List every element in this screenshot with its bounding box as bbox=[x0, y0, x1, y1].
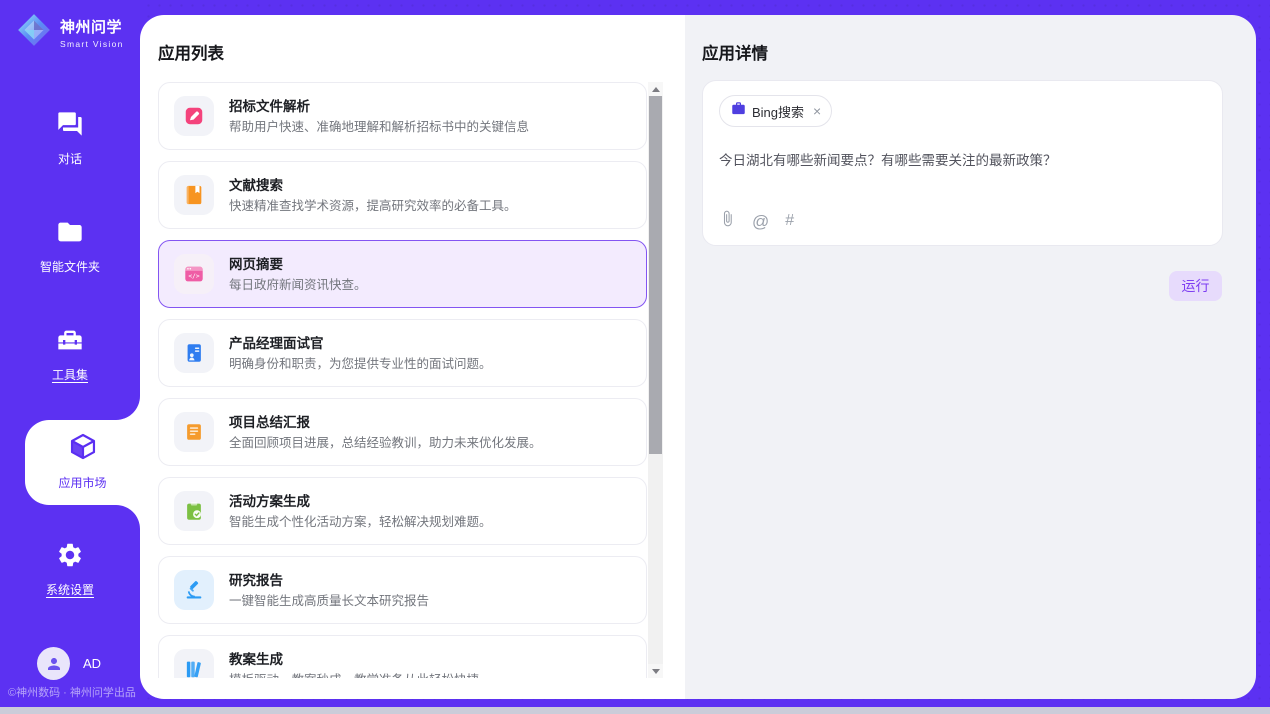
svg-text:</>: </> bbox=[188, 273, 199, 280]
app-list-panel: 应用列表 招标文件解析帮助用户快速、准确地理解和解析招标书中的关键信息文献搜索快… bbox=[140, 15, 685, 699]
app-detail-title: 应用详情 bbox=[702, 40, 768, 64]
query-input-card: Bing搜索 × 今日湖北有哪些新闻要点？有哪些需要关注的最新政策？ @# bbox=[702, 80, 1223, 246]
sidebar-item-label: 对话 bbox=[58, 150, 82, 167]
app-card-description: 模板驱动，教案秒成，教学准备从此轻松快捷 bbox=[229, 669, 479, 678]
cube-icon bbox=[68, 432, 98, 467]
app-card-title: 招标文件解析 bbox=[229, 95, 310, 115]
app-card-2[interactable]: 文献搜索快速精准查找学术资源，提高研究效率的必备工具。 bbox=[158, 161, 647, 229]
app-card-6[interactable]: 活动方案生成智能生成个性化活动方案，轻松解决规划难题。 bbox=[158, 477, 647, 545]
query-text-input[interactable]: 今日湖北有哪些新闻要点？有哪些需要关注的最新政策？ bbox=[719, 151, 1206, 172]
bubble-notch-top bbox=[116, 396, 140, 420]
avatar[interactable] bbox=[37, 647, 70, 680]
app-card-description: 帮助用户快速、准确地理解和解析招标书中的关键信息 bbox=[229, 116, 529, 135]
main-card: 应用列表 招标文件解析帮助用户快速、准确地理解和解析招标书中的关键信息文献搜索快… bbox=[140, 15, 1256, 699]
app-card-description: 快速精准查找学术资源，提高研究效率的必备工具。 bbox=[229, 195, 517, 214]
note-icon bbox=[174, 412, 214, 452]
run-button[interactable]: 运行 bbox=[1169, 271, 1222, 301]
sidebar-item-label: 工具集 bbox=[52, 366, 88, 383]
user-initials: AD bbox=[83, 656, 101, 671]
sidebar-item-label: 应用市场 bbox=[58, 474, 106, 491]
sidebar-item-5[interactable]: 系统设置 bbox=[0, 541, 140, 598]
hash-icon[interactable]: # bbox=[785, 213, 794, 229]
copyright-footer: ©神州数码 · 神州问学出品 bbox=[8, 684, 136, 700]
sidebar-item-1[interactable]: 对话 bbox=[0, 110, 140, 167]
chat-icon bbox=[56, 110, 84, 143]
sidebar-item-4[interactable]: 应用市场 bbox=[25, 432, 140, 491]
app-card-3[interactable]: </> 网页摘要每日政府新闻资讯快查。 bbox=[158, 240, 647, 308]
active-nav-bubble[interactable]: 应用市场 bbox=[25, 420, 140, 505]
briefcase-icon bbox=[731, 101, 746, 121]
sidebar-item-3[interactable]: 工具集 bbox=[0, 326, 140, 383]
diamond-logo-icon bbox=[16, 12, 52, 53]
clipboard-check-icon bbox=[174, 491, 214, 531]
app-list: 招标文件解析帮助用户快速、准确地理解和解析招标书中的关键信息文献搜索快速精准查找… bbox=[158, 82, 647, 678]
paperclip-icon[interactable] bbox=[719, 210, 736, 232]
folder-icon bbox=[56, 218, 84, 251]
sidebar-item-2[interactable]: 智能文件夹 bbox=[0, 218, 140, 275]
app-card-description: 明确身份和职责，为您提供专业性的面试问题。 bbox=[229, 353, 492, 372]
app-card-description: 每日政府新闻资讯快查。 bbox=[229, 274, 367, 293]
app-card-5[interactable]: 项目总结汇报全面回顾项目进展，总结经验教训，助力未来优化发展。 bbox=[158, 398, 647, 466]
app-card-title: 项目总结汇报 bbox=[229, 411, 310, 431]
scrollbar-thumb[interactable] bbox=[649, 96, 662, 454]
app-card-title: 文献搜索 bbox=[229, 174, 283, 194]
app-card-8[interactable]: 教案生成模板驱动，教案秒成，教学准备从此轻松快捷 bbox=[158, 635, 647, 678]
app-detail-panel: 应用详情 Bing搜索 × 今日湖北有哪些新闻要点？有哪些需要关注的最新政策？ … bbox=[685, 15, 1256, 699]
scrollbar[interactable] bbox=[648, 82, 663, 678]
books-icon bbox=[174, 649, 214, 678]
microscope-icon bbox=[174, 570, 214, 610]
app-card-1[interactable]: 招标文件解析帮助用户快速、准确地理解和解析招标书中的关键信息 bbox=[158, 82, 647, 150]
app-card-title: 网页摘要 bbox=[229, 253, 283, 273]
at-sign-icon[interactable]: @ bbox=[752, 213, 769, 230]
gear-icon bbox=[56, 541, 84, 574]
app-card-description: 全面回顾项目进展，总结经验教训，助力未来优化发展。 bbox=[229, 432, 542, 451]
browser-code-icon: </> bbox=[174, 254, 214, 294]
app-card-description: 一键智能生成高质量长文本研究报告 bbox=[229, 590, 429, 609]
scroll-down-icon[interactable] bbox=[648, 664, 663, 678]
book-icon bbox=[174, 175, 214, 215]
screen-edge-strip bbox=[0, 707, 1270, 714]
app-card-4[interactable]: 产品经理面试官明确身份和职责，为您提供专业性的面试问题。 bbox=[158, 319, 647, 387]
bubble-notch-bottom bbox=[116, 505, 140, 529]
app-card-7[interactable]: 研究报告一键智能生成高质量长文本研究报告 bbox=[158, 556, 647, 624]
scroll-up-icon[interactable] bbox=[648, 82, 663, 96]
sidebar-item-label: 智能文件夹 bbox=[40, 258, 100, 275]
brand-name: 神州问学 bbox=[60, 16, 124, 37]
brand-logo: 神州问学 Smart Vision bbox=[16, 12, 124, 53]
app-card-title: 研究报告 bbox=[229, 569, 283, 589]
user-account[interactable]: AD bbox=[37, 647, 101, 680]
app-card-title: 活动方案生成 bbox=[229, 490, 310, 510]
app-card-description: 智能生成个性化活动方案，轻松解决规划难题。 bbox=[229, 511, 492, 530]
tool-tag-label: Bing搜索 bbox=[752, 102, 804, 121]
resume-icon bbox=[174, 333, 214, 373]
app-screen: 神州问学 Smart Vision 对话智能文件夹工具集应用市场系统设置 AD … bbox=[0, 0, 1270, 714]
app-card-title: 产品经理面试官 bbox=[229, 332, 324, 352]
brand-subtitle: Smart Vision bbox=[60, 39, 124, 49]
attachment-toolbar: @# bbox=[719, 210, 794, 232]
close-icon[interactable]: × bbox=[813, 104, 821, 118]
toolbox-icon bbox=[56, 326, 84, 359]
app-list-title: 应用列表 bbox=[158, 40, 224, 64]
sidebar: 神州问学 Smart Vision 对话智能文件夹工具集应用市场系统设置 AD … bbox=[0, 0, 140, 707]
document-edit-icon bbox=[174, 96, 214, 136]
app-card-title: 教案生成 bbox=[229, 648, 283, 668]
sidebar-item-label: 系统设置 bbox=[46, 581, 94, 598]
tool-tag-bing-search[interactable]: Bing搜索 × bbox=[719, 95, 832, 127]
